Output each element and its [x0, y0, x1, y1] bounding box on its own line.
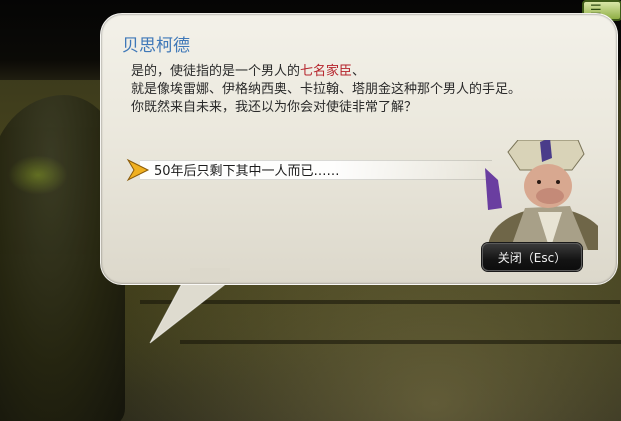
npc-portrait-image	[485, 140, 598, 250]
highlight-seven-retainers: 七名家臣	[300, 64, 353, 79]
dialog-line-3: 你既然来自未来，我还以为你会对使徒非常了解？	[131, 100, 418, 115]
dialog-line-1-suffix: 、	[352, 64, 366, 79]
close-dialog-button[interactable]: 关闭（Esc）	[482, 243, 582, 271]
dialog-choice-option[interactable]: 50年后只剩下其中一人而已……	[120, 153, 492, 183]
dialog-line-2: 就是像埃雷娜、伊格纳西奥、卡拉翰、塔朋金这种那个男人的手足。	[131, 82, 522, 97]
dialog-line-1: 是的，使徒指的是一个男人的七名家臣、	[131, 60, 365, 79]
speaker-name: 贝思柯德	[122, 36, 190, 56]
dialog-line-1-prefix: 是的，使徒指的是一个男人的	[131, 64, 301, 79]
chevron-right-icon	[126, 158, 150, 182]
npc-portrait	[480, 140, 598, 250]
choice-text: 50年后只剩下其中一人而已……	[154, 164, 340, 179]
